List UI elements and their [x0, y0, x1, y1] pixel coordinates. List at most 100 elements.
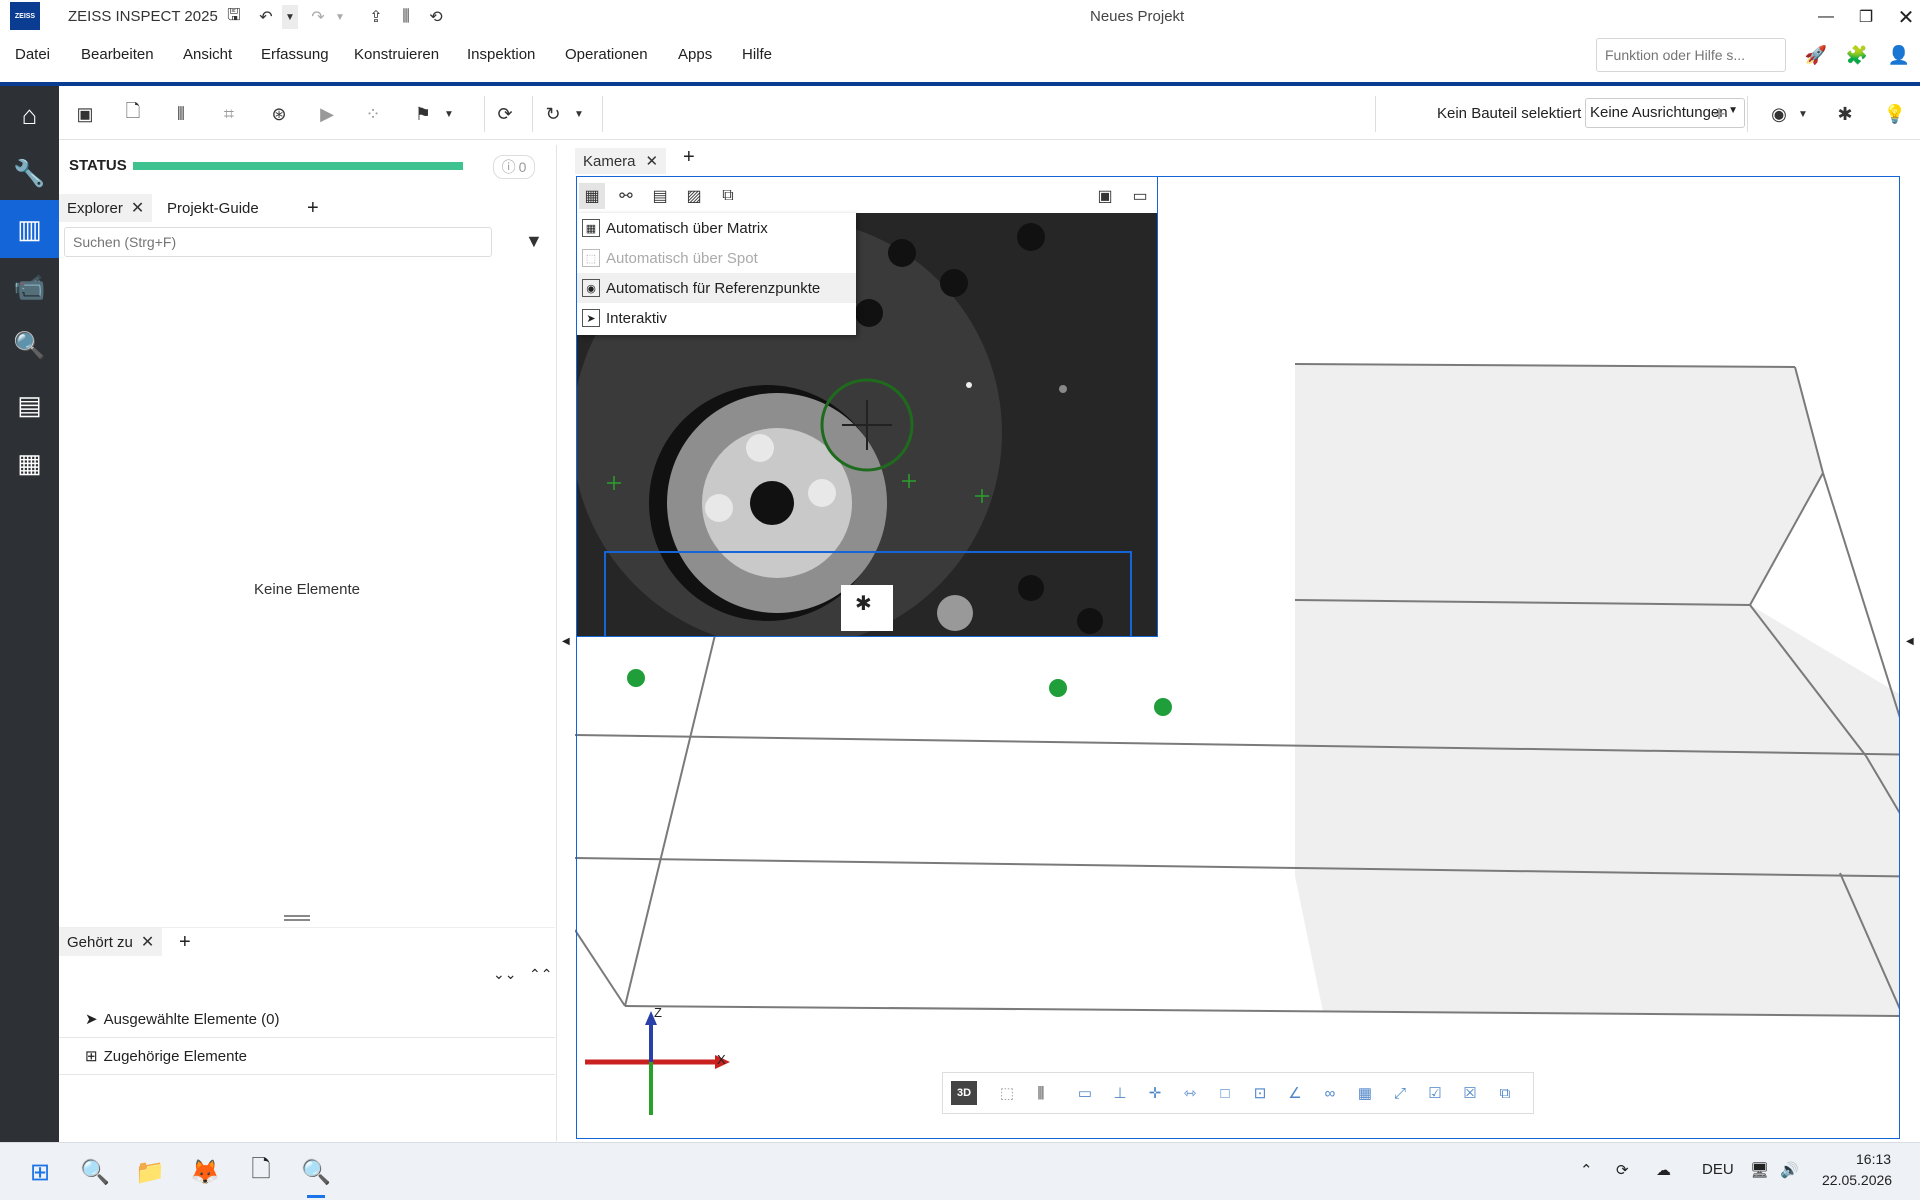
menu-datei[interactable]: Datei [15, 46, 50, 63]
box-icon[interactable]: □ [1213, 1081, 1237, 1105]
close-tab-icon[interactable]: ✕ [141, 932, 154, 952]
status-info-badge[interactable]: ⓘ 0 [493, 155, 535, 179]
grid-icon[interactable]: ▦ [1353, 1081, 1377, 1105]
search-icon[interactable]: 🔍 [76, 1153, 114, 1191]
puzzle-icon[interactable]: 🧩 [1844, 42, 1870, 68]
volume-icon[interactable]: 🔊 [1780, 1161, 1799, 1179]
panel-splitter[interactable] [284, 915, 310, 921]
export-icon[interactable]: ⇪ [364, 5, 388, 29]
close-tab-icon[interactable]: ✕ [646, 152, 659, 170]
network-icon[interactable]: 🖥 [1750, 1161, 1769, 1179]
menu-item-interactive[interactable]: ➤ Interaktiv [577, 303, 856, 333]
picture-in-picture-icon[interactable]: ▣ [1092, 183, 1118, 209]
plane-icon[interactable]: ▭ [1073, 1081, 1097, 1105]
save-icon[interactable]: 🖫 [222, 5, 246, 29]
menu-apps[interactable]: Apps [678, 46, 712, 63]
sensor-dropdown-icon[interactable]: ▼ [1789, 100, 1817, 128]
redo-dropdown-icon[interactable]: ▼ [332, 5, 348, 29]
light-icon[interactable]: 💡 [1881, 100, 1909, 128]
firefox-icon[interactable]: 🦊 [186, 1153, 224, 1191]
tab-kamera[interactable]: Kamera ✕ [575, 148, 667, 174]
tab-projekt-guide[interactable]: Projekt-Guide [159, 194, 267, 222]
layout-icon[interactable]: ▣ [71, 100, 99, 128]
add-document-icon[interactable]: 🗋 [119, 100, 147, 128]
filter-icon[interactable]: ▼ [525, 231, 543, 252]
search-nav-icon[interactable]: 🔍 [0, 316, 59, 374]
list-item[interactable]: ⊞ Zugehörige Elemente [59, 1038, 555, 1075]
explorer-nav-icon[interactable]: ▥ [0, 200, 59, 258]
arrange-icon[interactable]: ⧉ [1493, 1081, 1517, 1105]
language-indicator[interactable]: DEU [1702, 1161, 1734, 1178]
mask-icon[interactable]: ▨ [681, 183, 707, 209]
menu-konstruieren[interactable]: Konstruieren [354, 46, 439, 63]
clip-icon[interactable]: ✛ [1143, 1081, 1167, 1105]
explorer-search-input[interactable] [64, 227, 492, 257]
tab-gehoert-zu[interactable]: Gehört zu ✕ [59, 928, 163, 956]
sync-icon[interactable]: ⟳ [491, 100, 519, 128]
minimize-icon[interactable]: — [1808, 2, 1844, 32]
collapse-all-icon[interactable]: ⌃⌃ [529, 966, 552, 983]
columns-icon[interactable]: ⦀ [167, 100, 195, 128]
clock-time[interactable]: 16:13 [1856, 1151, 1891, 1167]
maximize-icon[interactable]: ▭ [1127, 183, 1153, 209]
exposure-icon[interactable]: ▤ [647, 183, 673, 209]
redo-icon[interactable]: ↷ [306, 5, 330, 29]
file-explorer-icon[interactable]: 📁 [131, 1153, 169, 1191]
document-icon[interactable]: 🗋 [242, 1153, 280, 1191]
camera-switch-icon[interactable]: ⧉ [715, 183, 741, 209]
statistics-icon[interactable]: ⫼ [394, 5, 418, 29]
menu-ansicht[interactable]: Ansicht [183, 46, 232, 63]
collapse-left-icon[interactable]: ◀ [562, 636, 570, 647]
menu-bearbeiten[interactable]: Bearbeiten [81, 46, 154, 63]
close-icon[interactable]: ✕ [1888, 2, 1920, 32]
distance-icon[interactable]: ⇿ [1178, 1081, 1202, 1105]
remote-icon[interactable]: ⟲ [424, 5, 448, 29]
user-icon[interactable]: 👤 [1886, 42, 1912, 68]
refresh-dropdown-icon[interactable]: ▼ [565, 100, 593, 128]
target-icon[interactable]: ⊛ [265, 100, 293, 128]
projector-icon[interactable]: ▶ [313, 100, 341, 128]
section-icon[interactable]: ⊥ [1108, 1081, 1132, 1105]
function-search-input[interactable] [1596, 38, 1786, 72]
expand-all-icon[interactable]: ⌄⌄ [493, 966, 516, 983]
wrench-icon[interactable]: 🔧 [0, 144, 59, 202]
calibrate-icon[interactable]: ⚯ [613, 183, 639, 209]
menu-item-reference-points[interactable]: ◉ Automatisch für Referenzpunkte [577, 273, 856, 303]
cloud-offline-icon[interactable]: ☁ [1656, 1161, 1671, 1179]
menu-item-matrix[interactable]: ▦ Automatisch über Matrix [577, 213, 856, 243]
add-tab-icon[interactable]: + [171, 928, 199, 956]
close-tab-icon[interactable]: ✕ [131, 198, 144, 218]
star-icon[interactable]: ✱ [855, 591, 872, 616]
undo-dropdown-icon[interactable]: ▼ [282, 5, 298, 29]
split-icon[interactable]: ⫼ [1029, 1081, 1053, 1105]
list-item[interactable]: ➤ Ausgewählte Elemente (0) [59, 1001, 555, 1038]
tray-expand-icon[interactable]: ⌃ [1580, 1161, 1593, 1179]
menu-item-spot[interactable]: ⬚ Automatisch über Spot [577, 243, 856, 273]
add-tab-icon[interactable]: + [299, 194, 327, 222]
tab-explorer[interactable]: Explorer ✕ [59, 194, 153, 222]
sync-tray-icon[interactable]: ⟳ [1616, 1161, 1629, 1179]
home-icon[interactable]: ⌂ [0, 86, 59, 144]
flag-icon[interactable]: ⚑ [409, 100, 437, 128]
restore-icon[interactable]: ❐ [1848, 2, 1884, 32]
collapse-right-icon[interactable]: ◀ [1906, 636, 1914, 647]
add-tab-icon[interactable]: + [683, 146, 695, 169]
link-icon[interactable]: ∞ [1318, 1081, 1342, 1105]
check-icon[interactable]: ☑ [1423, 1081, 1447, 1105]
points-icon[interactable]: ⁘ [359, 100, 387, 128]
report-nav-icon[interactable]: ▤ [0, 376, 59, 434]
rocket-icon[interactable]: 🚀 [1803, 42, 1829, 68]
asterisk-icon[interactable]: ✱ [1831, 100, 1859, 128]
select-region-icon[interactable]: ⬚ [995, 1081, 1019, 1105]
camera-window[interactable]: ▦ ⚯ ▤ ▨ ⧉ ▣ ▭ ✱ ▦ Automatisch über Matri… [576, 176, 1158, 637]
menu-hilfe[interactable]: Hilfe [742, 46, 772, 63]
frame-icon[interactable]: ⊡ [1248, 1081, 1272, 1105]
angle-icon[interactable]: ∠ [1283, 1081, 1307, 1105]
windows-start-icon[interactable]: ⊞ [21, 1153, 59, 1191]
clock-date[interactable]: 22.05.2026 [1822, 1172, 1892, 1188]
flag-dropdown-icon[interactable]: ▼ [435, 100, 463, 128]
exclude-icon[interactable]: ☒ [1458, 1081, 1482, 1105]
refresh-icon[interactable]: ↻ [539, 100, 567, 128]
camera-nav-icon[interactable]: 📹 [0, 258, 59, 316]
add-icon[interactable]: + [1705, 100, 1733, 128]
